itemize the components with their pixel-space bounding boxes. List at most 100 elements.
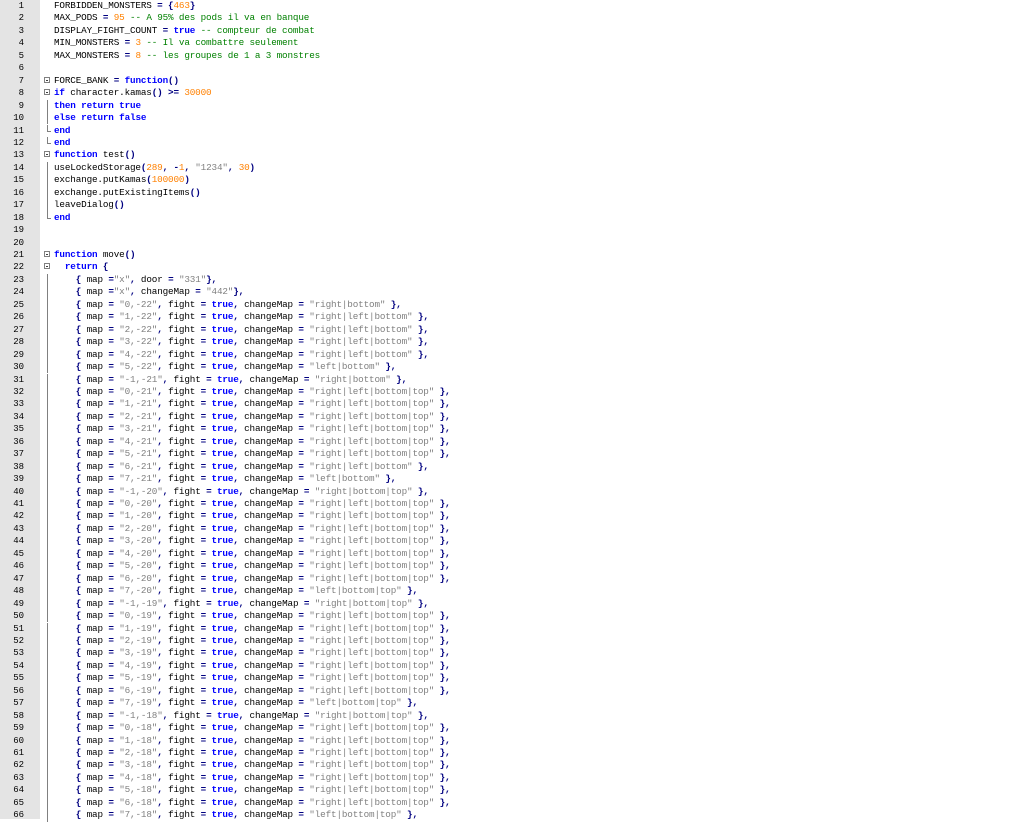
code-line[interactable]: 3 DISPLAY_FIGHT_COUNT = true -- compteur … xyxy=(0,25,1024,37)
code-text[interactable]: MAX_PODS = 95 -- A 95% des pods il va en… xyxy=(54,12,309,24)
code-text[interactable]: { map = "3,-21", fight = true, changeMap… xyxy=(54,423,451,435)
code-line[interactable]: 49 { map = "-1,-19", fight = true, chang… xyxy=(0,597,1024,611)
code-line[interactable]: 23 { map ="x", door = "331"}, xyxy=(0,273,1024,287)
code-line[interactable]: 44 { map = "3,-20", fight = true, change… xyxy=(0,535,1024,548)
code-text[interactable]: useLockedStorage(289, -1, "1234", 30) xyxy=(54,162,255,174)
code-line[interactable]: 27 { map = "2,-22", fight = true, change… xyxy=(0,323,1024,337)
code-text[interactable]: { map = "1,-20", fight = true, changeMap… xyxy=(54,510,451,522)
code-line[interactable]: 55 { map = "5,-19", fight = true, change… xyxy=(0,672,1024,685)
code-line[interactable]: 33 { map = "1,-21", fight = true, change… xyxy=(0,398,1024,411)
code-text[interactable]: { map = "6,-21", fight = true, changeMap… xyxy=(54,461,429,473)
code-text[interactable]: { map = "5,-22", fight = true, changeMap… xyxy=(54,361,397,373)
fold-toggle-icon[interactable] xyxy=(44,261,51,273)
code-line[interactable]: 28 { map = "3,-22", fight = true, change… xyxy=(0,336,1024,349)
code-text[interactable]: { map = "5,-21", fight = true, changeMap… xyxy=(54,448,451,460)
collapse-box-icon[interactable] xyxy=(44,251,50,257)
code-line[interactable]: 1 FORBIDDEN_MONSTERS = {463} xyxy=(0,0,1024,12)
code-line[interactable]: 18 end xyxy=(0,211,1024,224)
code-text[interactable]: { map = "0,-19", fight = true, changeMap… xyxy=(54,610,451,622)
code-line[interactable]: 34 { map = "2,-21", fight = true, change… xyxy=(0,410,1024,424)
code-line[interactable]: 43 { map = "2,-20", fight = true, change… xyxy=(0,522,1024,536)
code-line[interactable]: 32 { map = "0,-21", fight = true, change… xyxy=(0,385,1024,399)
code-text[interactable]: { map = "4,-21", fight = true, changeMap… xyxy=(54,436,451,448)
code-line[interactable]: 24 { map ="x", changeMap = "442"}, xyxy=(0,286,1024,299)
code-line[interactable]: 40 { map = "-1,-20", fight = true, chang… xyxy=(0,485,1024,498)
code-text[interactable]: { map = "4,-19", fight = true, changeMap… xyxy=(54,660,451,672)
code-line[interactable]: 2 MAX_PODS = 95 -- A 95% des pods il va e… xyxy=(0,12,1024,24)
code-text[interactable]: function move() xyxy=(54,249,136,261)
code-line[interactable]: 56 { map = "6,-19", fight = true, change… xyxy=(0,684,1024,698)
code-line[interactable]: 31 { map = "-1,-21", fight = true, chang… xyxy=(0,373,1024,386)
code-line[interactable]: 61 { map = "2,-18", fight = true, change… xyxy=(0,747,1024,760)
code-text[interactable]: { map = "2,-20", fight = true, changeMap… xyxy=(54,523,451,535)
code-line[interactable]: 29 { map = "4,-22", fight = true, change… xyxy=(0,348,1024,362)
code-text[interactable]: { map = "0,-21", fight = true, changeMap… xyxy=(54,386,451,398)
code-line[interactable]: 50 { map = "0,-19", fight = true, change… xyxy=(0,610,1024,623)
code-line[interactable]: 63 { map = "4,-18", fight = true, change… xyxy=(0,771,1024,785)
code-line[interactable]: 10 else return false xyxy=(0,112,1024,125)
code-line[interactable]: 8 if character.kamas() >= 30000 xyxy=(0,87,1024,99)
code-text[interactable]: { map = "6,-18", fight = true, changeMap… xyxy=(54,797,451,809)
code-text[interactable]: { map = "7,-18", fight = true, changeMap… xyxy=(54,809,418,821)
code-text[interactable]: { map = "5,-20", fight = true, changeMap… xyxy=(54,560,451,572)
code-text[interactable]: end xyxy=(54,212,70,224)
code-line[interactable]: 9 then return true xyxy=(0,99,1024,113)
code-text[interactable]: DISPLAY_FIGHT_COUNT = true -- compteur d… xyxy=(54,25,315,37)
code-text[interactable]: { map = "-1,-21", fight = true, changeMa… xyxy=(54,374,407,386)
code-line[interactable]: 64 { map = "5,-18", fight = true, change… xyxy=(0,784,1024,797)
code-text[interactable]: { map = "4,-18", fight = true, changeMap… xyxy=(54,772,451,784)
code-line[interactable]: 17 leaveDialog() xyxy=(0,199,1024,212)
code-text[interactable]: { map = "1,-19", fight = true, changeMap… xyxy=(54,623,451,635)
code-line[interactable]: 38 { map = "6,-21", fight = true, change… xyxy=(0,460,1024,474)
code-text[interactable]: { map = "5,-18", fight = true, changeMap… xyxy=(54,784,451,796)
code-text[interactable]: { map = "7,-19", fight = true, changeMap… xyxy=(54,697,418,709)
code-line[interactable]: 16 exchange.putExistingItems() xyxy=(0,186,1024,200)
code-line[interactable]: 6 xyxy=(0,62,1024,74)
code-text[interactable]: { map = "3,-18", fight = true, changeMap… xyxy=(54,759,451,771)
code-text[interactable]: { map = "-1,-19", fight = true, changeMa… xyxy=(54,598,429,610)
code-line[interactable]: 19 xyxy=(0,224,1024,236)
code-text[interactable]: { map = "0,-22", fight = true, changeMap… xyxy=(54,299,402,311)
fold-toggle-icon[interactable] xyxy=(44,87,51,99)
collapse-box-icon[interactable] xyxy=(44,263,50,270)
code-text[interactable]: { map = "4,-22", fight = true, changeMap… xyxy=(54,349,429,361)
code-line[interactable]: 11 end xyxy=(0,124,1024,137)
code-text[interactable]: leaveDialog() xyxy=(54,199,125,211)
code-text[interactable]: MIN_MONSTERS = 3 -- Il va combattre seul… xyxy=(54,37,298,49)
code-editor[interactable]: 1 FORBIDDEN_MONSTERS = {463} 2 MAX_PODS = 9… xyxy=(0,0,1024,822)
code-line[interactable]: 45 { map = "4,-20", fight = true, change… xyxy=(0,547,1024,561)
code-text[interactable]: function test() xyxy=(54,149,136,161)
code-line[interactable]: 57 { map = "7,-19", fight = true, change… xyxy=(0,697,1024,710)
code-line[interactable]: 5 MAX_MONSTERS = 8 -- les groupes de 1 a … xyxy=(0,50,1024,62)
code-line[interactable]: 25 { map = "0,-22", fight = true, change… xyxy=(0,298,1024,312)
fold-toggle-icon[interactable] xyxy=(44,249,51,261)
code-line[interactable]: 36 { map = "4,-21", fight = true, change… xyxy=(0,435,1024,449)
collapse-box-icon[interactable] xyxy=(44,89,50,96)
collapse-box-icon[interactable] xyxy=(44,76,50,83)
fold-toggle-icon[interactable] xyxy=(44,149,51,161)
code-line[interactable]: 46 { map = "5,-20", fight = true, change… xyxy=(0,560,1024,573)
code-line[interactable]: 41 { map = "0,-20", fight = true, change… xyxy=(0,498,1024,511)
code-line[interactable]: 26 { map = "1,-22", fight = true, change… xyxy=(0,311,1024,324)
code-line[interactable]: 21 function move() xyxy=(0,249,1024,261)
code-text[interactable]: { map = "2,-18", fight = true, changeMap… xyxy=(54,747,451,759)
code-line[interactable]: 35 { map = "3,-21", fight = true, change… xyxy=(0,423,1024,436)
code-text[interactable]: { map = "7,-20", fight = true, changeMap… xyxy=(54,585,418,597)
code-line[interactable]: 30 { map = "5,-22", fight = true, change… xyxy=(0,361,1024,374)
code-line[interactable]: 51 { map = "1,-19", fight = true, change… xyxy=(0,622,1024,635)
code-text[interactable]: MAX_MONSTERS = 8 -- les groupes de 1 a 3… xyxy=(54,50,320,62)
code-text[interactable]: { map = "4,-20", fight = true, changeMap… xyxy=(54,548,451,560)
code-text[interactable]: { map = "-1,-20", fight = true, changeMa… xyxy=(54,486,429,498)
code-text[interactable]: { map = "1,-18", fight = true, changeMap… xyxy=(54,735,451,747)
code-text[interactable]: { map ="x", changeMap = "442"}, xyxy=(54,286,245,298)
code-line[interactable]: 59 { map = "0,-18", fight = true, change… xyxy=(0,722,1024,735)
code-text[interactable]: { map = "3,-20", fight = true, changeMap… xyxy=(54,535,451,547)
code-text[interactable]: { map = "2,-19", fight = true, changeMap… xyxy=(54,635,451,647)
code-line[interactable]: 62 { map = "3,-18", fight = true, change… xyxy=(0,759,1024,772)
collapse-box-icon[interactable] xyxy=(44,151,50,158)
code-text[interactable]: { map = "2,-22", fight = true, changeMap… xyxy=(54,324,429,336)
code-line[interactable]: 65 { map = "6,-18", fight = true, change… xyxy=(0,796,1024,810)
code-line[interactable]: 12 end xyxy=(0,136,1024,149)
code-text[interactable]: end xyxy=(54,137,70,149)
code-text[interactable]: { map ="x", door = "331"}, xyxy=(54,274,217,286)
